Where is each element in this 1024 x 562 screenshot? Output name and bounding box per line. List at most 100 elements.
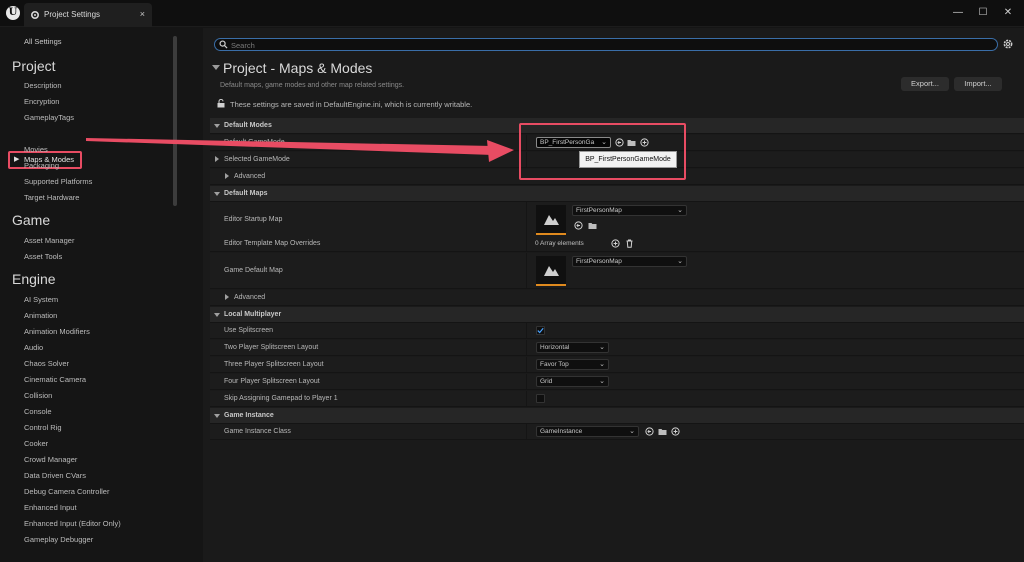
game-instance-class-dropdown[interactable]: GameInstance ⌄ — [536, 426, 639, 437]
expand-arrow-icon — [215, 156, 219, 162]
search-input[interactable] — [231, 40, 931, 50]
sidebar-item-packaging[interactable]: Packaging — [24, 161, 59, 170]
property-label: Editor Startup Map — [224, 216, 283, 223]
sidebar-item-crowd-manager[interactable]: Crowd Manager — [24, 455, 77, 464]
sidebar-item-asset-manager[interactable]: Asset Manager — [24, 236, 74, 245]
sidebar-item-animation-modifiers[interactable]: Animation Modifiers — [24, 327, 90, 336]
add-icon[interactable] — [671, 427, 680, 436]
property-label: Skip Assigning Gamepad to Player 1 — [224, 395, 338, 402]
export-button[interactable]: Export... — [901, 77, 949, 91]
sidebar-item-asset-tools[interactable]: Asset Tools — [24, 252, 62, 261]
chevron-down-icon: ⌄ — [629, 428, 635, 435]
tab-close-icon[interactable]: × — [140, 9, 145, 19]
map-thumbnail[interactable] — [536, 256, 566, 286]
game-default-map-dropdown[interactable]: FirstPersonMap ⌄ — [572, 256, 687, 267]
all-settings-link[interactable]: All Settings — [24, 37, 62, 46]
section-label: Default Modes — [224, 122, 272, 129]
row-three-player-layout: Three Player Splitscreen Layout Favor To… — [210, 357, 1024, 373]
row-use-splitscreen: Use Splitscreen — [210, 323, 1024, 339]
folder-icon[interactable] — [658, 427, 667, 436]
collapse-arrow-icon — [214, 313, 220, 317]
sidebar-scrollbar[interactable] — [173, 36, 177, 206]
three-player-layout-dropdown[interactable]: Favor Top ⌄ — [536, 359, 609, 370]
browse-to-asset-icon[interactable] — [574, 221, 583, 230]
settings-main-panel: Project - Maps & Modes Default maps, gam… — [203, 28, 1024, 562]
writable-note: These settings are saved in DefaultEngin… — [230, 100, 473, 109]
section-label: Game Instance — [224, 412, 274, 419]
minimize-icon[interactable]: — — [950, 5, 966, 21]
settings-icon — [30, 10, 40, 20]
sidebar-item-control-rig[interactable]: Control Rig — [24, 423, 62, 432]
row-four-player-layout: Four Player Splitscreen Layout Grid ⌄ — [210, 374, 1024, 390]
editor-startup-map-dropdown[interactable]: FirstPersonMap ⌄ — [572, 205, 687, 216]
row-skip-gamepad: Skip Assigning Gamepad to Player 1 — [210, 391, 1024, 407]
project-settings-tab[interactable]: Project Settings × — [24, 3, 152, 27]
dropdown-value: Grid — [540, 378, 553, 385]
trash-icon[interactable] — [625, 239, 634, 248]
sidebar-item-gameplay-debugger[interactable]: Gameplay Debugger — [24, 535, 93, 544]
row-editor-startup-map: Editor Startup Map FirstPersonMap ⌄ — [210, 202, 1024, 238]
sidebar-item-supported-platforms[interactable]: Supported Platforms — [24, 177, 92, 186]
section-default-maps[interactable]: Default Maps — [210, 186, 1024, 202]
import-button[interactable]: Import... — [954, 77, 1002, 91]
add-element-icon[interactable] — [611, 239, 620, 248]
sidebar-item-movies[interactable]: Movies — [24, 145, 48, 154]
property-label: Three Player Splitscreen Layout — [224, 361, 324, 368]
page-title: Project - Maps & Modes — [223, 60, 373, 76]
advanced-label: Advanced — [234, 173, 266, 180]
unreal-logo-icon: U — [6, 6, 20, 20]
skip-gamepad-checkbox[interactable] — [536, 394, 545, 403]
sidebar-item-target-hardware[interactable]: Target Hardware — [24, 193, 79, 202]
sidebar-item-ai-system[interactable]: AI System — [24, 295, 58, 304]
property-label: Selected GameMode — [224, 156, 290, 163]
search-box[interactable] — [214, 38, 998, 51]
property-label: Game Instance Class — [224, 428, 291, 435]
browse-to-asset-icon[interactable] — [645, 427, 654, 436]
sidebar-item-description[interactable]: Description — [24, 81, 62, 90]
chevron-down-icon: ⌄ — [677, 207, 683, 214]
unlocked-icon — [217, 99, 225, 108]
two-player-layout-dropdown[interactable]: Horizontal ⌄ — [536, 342, 609, 353]
advanced-label: Advanced — [234, 294, 266, 301]
sidebar-item-data-driven-cvars[interactable]: Data Driven CVars — [24, 471, 86, 480]
chevron-down-icon: ⌄ — [599, 378, 605, 385]
section-game-instance[interactable]: Game Instance — [210, 408, 1024, 424]
checkmark-icon — [537, 327, 544, 334]
sidebar-item-animation[interactable]: Animation — [24, 311, 57, 320]
sidebar-item-chaos-solver[interactable]: Chaos Solver — [24, 359, 69, 368]
sidebar-item-console[interactable]: Console — [24, 407, 52, 416]
row-game-instance-class: Game Instance Class GameInstance ⌄ — [210, 424, 1024, 440]
chevron-down-icon: ⌄ — [677, 258, 683, 265]
four-player-layout-dropdown[interactable]: Grid ⌄ — [536, 376, 609, 387]
section-local-multiplayer[interactable]: Local Multiplayer — [210, 307, 1024, 323]
window-close-icon[interactable]: ✕ — [1000, 5, 1016, 21]
sidebar-item-enhanced-input[interactable]: Enhanced Input — [24, 503, 77, 512]
collapse-arrow-icon[interactable] — [212, 65, 220, 70]
sidebar-item-encryption[interactable]: Encryption — [24, 97, 59, 106]
property-label: Four Player Splitscreen Layout — [224, 378, 320, 385]
page-subtitle: Default maps, game modes and other map r… — [220, 82, 405, 89]
property-label: Game Default Map — [224, 267, 283, 274]
sidebar-item-gameplaytags[interactable]: GameplayTags — [24, 113, 74, 122]
expand-arrow-icon: ▶ — [14, 156, 20, 163]
row-advanced-maps[interactable]: Advanced — [210, 290, 1024, 306]
search-icon — [219, 40, 228, 49]
gear-icon[interactable] — [1002, 38, 1014, 50]
use-splitscreen-checkbox[interactable] — [536, 326, 545, 335]
sidebar-item-audio[interactable]: Audio — [24, 343, 43, 352]
section-title-engine: Engine — [12, 271, 56, 287]
sidebar-item-collision[interactable]: Collision — [24, 391, 52, 400]
section-title-game: Game — [12, 212, 51, 228]
folder-icon[interactable] — [588, 221, 597, 230]
sidebar-item-cooker[interactable]: Cooker — [24, 439, 48, 448]
map-thumbnail[interactable] — [536, 205, 566, 235]
map-icon — [544, 266, 559, 276]
property-label: Default GameMode — [224, 139, 285, 146]
sidebar-item-cinematic-camera[interactable]: Cinematic Camera — [24, 375, 86, 384]
maximize-icon[interactable]: ☐ — [975, 5, 991, 21]
map-icon — [544, 215, 559, 225]
property-label: Use Splitscreen — [224, 327, 274, 334]
dropdown-value: FirstPersonMap — [576, 207, 622, 214]
sidebar-item-enhanced-input-editor-only[interactable]: Enhanced Input (Editor Only) — [24, 519, 121, 528]
sidebar-item-debug-camera-controller[interactable]: Debug Camera Controller — [24, 487, 109, 496]
